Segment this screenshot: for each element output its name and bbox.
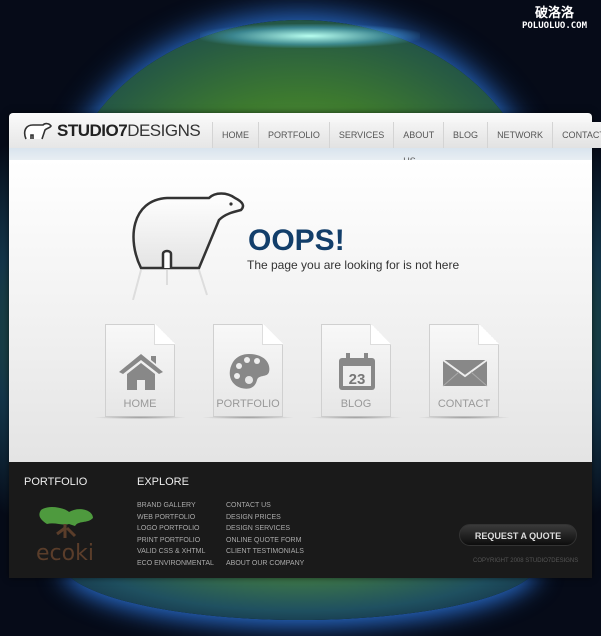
- footer-link[interactable]: DESIGN PRICES: [226, 512, 304, 524]
- tile-label: CONTACT: [437, 398, 491, 410]
- nav-contact[interactable]: CONTACT: [552, 122, 601, 148]
- error-content: OOPS! The page you are looking for is no…: [9, 160, 592, 462]
- polar-bear-illustration: [132, 192, 245, 300]
- tile-shadow: [93, 416, 187, 419]
- tile-blog[interactable]: 23 BLOG: [309, 324, 403, 420]
- main-nav: HOME PORTFOLIO SERVICES ABOUT US BLOG NE…: [212, 122, 601, 166]
- polar-bear-icon: [23, 122, 52, 140]
- calendar-icon: 23: [339, 353, 375, 390]
- explore-links-col1: BRAND GALLERY WEB PORTFOLIO LOGO PORTFOL…: [137, 500, 214, 570]
- page-fold: [262, 324, 283, 345]
- tile-shadow: [201, 416, 295, 419]
- nav-about-us[interactable]: ABOUT US: [393, 122, 444, 166]
- tile-home[interactable]: HOME: [93, 324, 187, 420]
- envelope-icon: [442, 359, 488, 387]
- page-fold: [154, 324, 175, 345]
- watermark: 破洛洛 POLUOLUO.COM: [521, 6, 587, 32]
- footer-link[interactable]: CLIENT TESTIMONIALS: [226, 546, 304, 558]
- house-icon: [119, 354, 163, 390]
- tile-shadow: [417, 416, 511, 419]
- nav-blog[interactable]: BLOG: [443, 122, 488, 148]
- site-panel: STUDIO7DESIGNS HOME PORTFOLIO SERVICES A…: [9, 113, 601, 578]
- header: STUDIO7DESIGNS HOME PORTFOLIO SERVICES A…: [9, 113, 601, 166]
- logo[interactable]: STUDIO7DESIGNS: [23, 121, 201, 141]
- tile-portfolio[interactable]: PORTFOLIO: [201, 324, 295, 420]
- tile-label: HOME: [123, 398, 157, 410]
- footer-link[interactable]: BRAND GALLERY: [137, 500, 214, 512]
- footer-link[interactable]: CONTACT US: [226, 500, 304, 512]
- footer-link[interactable]: LOGO PORTFOLIO: [137, 523, 214, 535]
- nav-home[interactable]: HOME: [212, 122, 258, 148]
- error-message: The page you are looking for is not here: [247, 258, 460, 272]
- watermark-en: POLUOLUO.COM: [521, 21, 587, 31]
- footer-link[interactable]: ECO ENVIRONMENTAL: [137, 558, 214, 570]
- request-quote-button[interactable]: REQUEST A QUOTE: [459, 524, 577, 546]
- ecoki-logo[interactable]: ecoki: [35, 504, 99, 569]
- footer-link[interactable]: VALID CSS & XHTML: [137, 546, 214, 558]
- footer-explore-heading: EXPLORE: [137, 476, 189, 488]
- explore-links-col2: CONTACT US DESIGN PRICES DESIGN SERVICES…: [226, 500, 304, 570]
- page-fold: [370, 324, 391, 345]
- footer-link[interactable]: ABOUT OUR COMPANY: [226, 558, 304, 570]
- palette-icon: [229, 354, 270, 389]
- tile-shadow: [309, 416, 403, 419]
- calendar-day: 23: [349, 371, 366, 388]
- error-title: OOPS!: [248, 224, 345, 257]
- footer-link[interactable]: WEB PORTFOLIO: [137, 512, 214, 524]
- page-fold: [478, 324, 499, 345]
- footer-link[interactable]: ONLINE QUOTE FORM: [226, 535, 304, 547]
- footer-link[interactable]: PRINT PORTFOLIO: [137, 535, 214, 547]
- footer-portfolio-heading: PORTFOLIO: [24, 476, 88, 488]
- copyright: COPYRIGHT 2008 STUDIO7DESIGNS: [473, 558, 579, 564]
- nav-network[interactable]: NETWORK: [487, 122, 553, 148]
- header-strip: [9, 148, 592, 160]
- footer: PORTFOLIO ecoki EXPLORE BRAND GALLERY WE…: [9, 462, 592, 578]
- tile-label: BLOG: [340, 398, 372, 410]
- brand-bold: STUDIO7: [57, 121, 128, 140]
- footer-link[interactable]: DESIGN SERVICES: [226, 523, 304, 535]
- watermark-cn: 破洛洛: [534, 6, 574, 21]
- tile-label: PORTFOLIO: [216, 398, 280, 410]
- brand-light: DESIGNS: [127, 121, 201, 140]
- nav-portfolio[interactable]: PORTFOLIO: [258, 122, 329, 148]
- aurora-glow: [200, 24, 420, 48]
- nav-services[interactable]: SERVICES: [328, 122, 394, 148]
- tile-contact[interactable]: CONTACT: [417, 324, 511, 420]
- ecoki-wordmark: ecoki: [36, 541, 94, 564]
